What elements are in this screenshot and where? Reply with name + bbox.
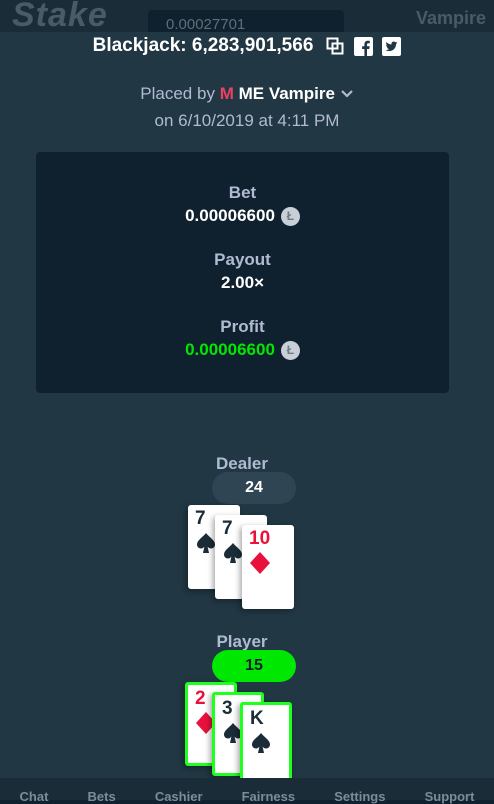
nav-support[interactable]: Support [425,790,475,804]
nav-fairness[interactable]: Fairness [242,790,295,804]
placed-by-prefix: Placed by [140,84,215,103]
facebook-icon[interactable] [353,36,373,56]
app-header: Stake 0.00027701 Vampire [0,0,494,36]
spade-icon [222,542,244,564]
app-logo[interactable]: Stake [12,0,108,35]
dealer-card: 10 [242,525,294,609]
profit-stat: Profit 0.00006600 Ł [36,317,449,360]
nav-cashier[interactable]: Cashier [155,790,203,804]
profit-label: Profit [220,317,265,336]
copy-icon[interactable] [325,36,345,56]
bottom-nav: Chat Bets Cashier Fairness Settings Supp… [0,778,494,804]
bet-date: on 6/10/2019 at 4:11 PM [154,111,340,130]
bet-label: Bet [228,183,257,202]
bet-title: Blackjack: 6,283,901,566 [92,35,314,56]
modal-title-bar: Blackjack: 6,283,901,566 [0,32,494,60]
spade-icon [250,732,272,754]
payout-label: Payout [214,250,271,269]
payout-stat: Payout 2.00× [36,250,449,293]
dealer-label: Dealer [216,454,268,473]
litecoin-icon: Ł [280,206,300,226]
card-rank: K [250,708,264,729]
card-rank: 3 [222,698,233,719]
chevron-down-icon[interactable] [340,84,354,103]
diamond-icon [249,552,271,574]
player-label: Player [216,632,268,651]
title-actions [325,36,401,56]
spade-icon [195,532,217,554]
card-rank: 7 [222,518,233,539]
dealer-score-badge: 24 [212,472,296,504]
user-flag-badge: M [219,84,234,103]
bet-stats-panel: Bet 0.00006600 Ł Payout 2.00× Profit 0.0… [36,152,449,393]
player-card: K [240,702,292,778]
nav-settings[interactable]: Settings [334,790,385,804]
bet-value: 0.00006600 [185,206,275,225]
bet-details-modal: Blackjack: 6,283,901,566 Placed by M ME … [0,32,494,778]
litecoin-icon: Ł [280,340,300,360]
payout-value: 2.00× [220,273,264,292]
user-menu[interactable]: Vampire [416,8,486,29]
twitter-icon[interactable] [381,36,401,56]
profit-amount: 0.00006600 Ł [36,340,449,360]
card-rank: 2 [195,688,206,709]
nav-chat[interactable]: Chat [20,790,49,804]
user-name-link[interactable]: ME Vampire [239,84,335,103]
card-rank: 7 [195,508,206,529]
card-rank: 10 [249,528,271,549]
nav-bets[interactable]: Bets [88,790,116,804]
placed-by-line: Placed by M ME Vampire [0,84,494,104]
player-score-badge: 15 [212,650,296,682]
bet-amount: 0.00006600 Ł [36,206,449,226]
profit-value: 0.00006600 [185,340,275,359]
bet-stat: Bet 0.00006600 Ł [36,183,449,226]
